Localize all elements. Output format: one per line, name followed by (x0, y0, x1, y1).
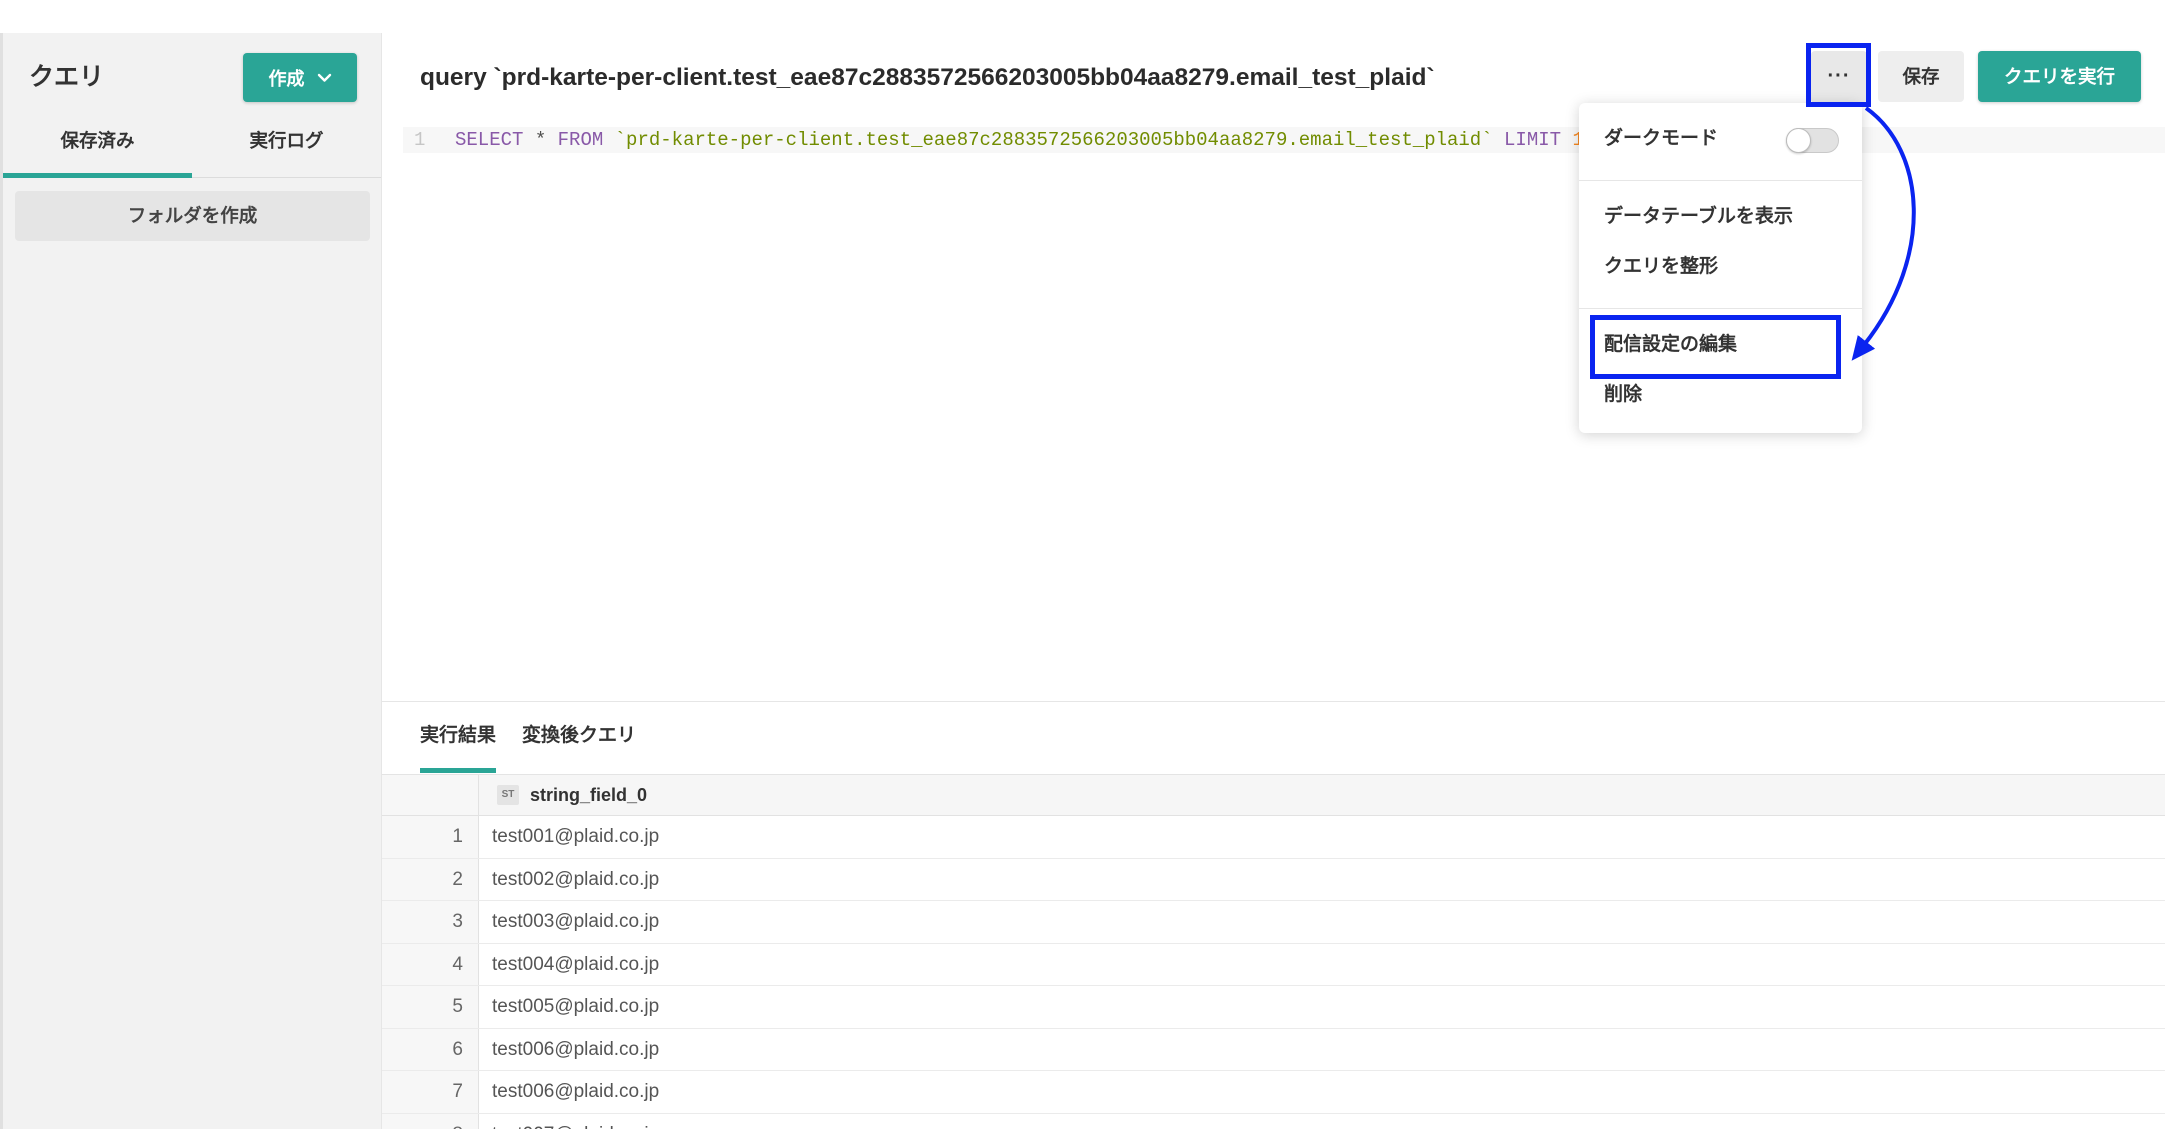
row-index: 2 (382, 858, 479, 900)
table-row[interactable]: 8 test007@plaid.co.jp (382, 1113, 2165, 1130)
cell-string-field-0: test007@plaid.co.jp (479, 1114, 2165, 1130)
dark-mode-label: ダークモード (1604, 128, 1719, 149)
tab-converted-query[interactable]: 変換後クエリ (522, 721, 636, 751)
save-button[interactable]: 保存 (1878, 51, 1964, 102)
menu-divider (1579, 180, 1862, 181)
tab-saved[interactable]: 保存済み (3, 116, 192, 178)
column-header-string-field-0[interactable]: ST string_field_0 (479, 775, 2165, 815)
cell-string-field-0: test001@plaid.co.jp (492, 826, 660, 847)
menu-divider (1579, 308, 1862, 309)
code-keyword: FROM (557, 129, 604, 151)
row-index: 6 (382, 1028, 479, 1070)
sidebar-tabs: 保存済み 実行ログ (3, 116, 381, 178)
cell-string-field-0: test006@plaid.co.jp (492, 1038, 660, 1060)
dark-mode-toggle[interactable] (1786, 128, 1839, 153)
table-row[interactable]: 2 test002@plaid.co.jp (382, 858, 2165, 901)
cell-string-field-0: test006@plaid.co.jp (492, 1081, 660, 1102)
create-button[interactable]: 作成 (243, 53, 357, 102)
code-keyword: LIMIT (1504, 129, 1562, 151)
results-table: ST string_field_0 1 test001@plaid.co.jp … (382, 774, 2165, 1129)
table-row[interactable]: 7 test006@plaid.co.jp (382, 1071, 2165, 1114)
create-folder-button[interactable]: フォルダを作成 (15, 191, 370, 241)
run-query-button[interactable]: クエリを実行 (1978, 51, 2141, 102)
string-type-badge: ST (497, 785, 519, 805)
code-line[interactable]: SELECT * FROM `prd-karte-per-client.test… (455, 127, 1584, 153)
row-index: 4 (382, 943, 479, 985)
cell-string-field-0: test004@plaid.co.jp (492, 953, 660, 975)
query-sidebar: クエリ 作成 保存済み 実行ログ フォルダを作成 (3, 33, 382, 1129)
more-options-menu: ダークモード データテーブルを表示 クエリを整形 配信設定の編集 削除 (1579, 103, 1862, 433)
toggle-knob (1786, 128, 1811, 153)
results-panel-divider (382, 701, 2165, 702)
table-row[interactable]: 5 test005@plaid.co.jp (382, 986, 2165, 1029)
query-title: query `prd-karte-per-client.test_eae87c2… (420, 64, 1435, 91)
annotation-highlight-more-button (1806, 43, 1871, 107)
cell-string-field-0: test005@plaid.co.jp (492, 996, 660, 1017)
menu-item-show-data-table[interactable]: データテーブルを表示 (1579, 197, 1862, 237)
code-operator: * (534, 129, 547, 151)
tab-run-log[interactable]: 実行ログ (192, 116, 381, 177)
line-number: 1 (414, 129, 426, 151)
code-keyword: SELECT (455, 129, 524, 151)
menu-item-format-query[interactable]: クエリを整形 (1579, 247, 1862, 287)
annotation-highlight-edit-delivery-settings (1590, 315, 1841, 379)
row-index: 7 (382, 1071, 479, 1113)
tab-results[interactable]: 実行結果 (420, 721, 497, 773)
create-button-label: 作成 (268, 68, 305, 89)
row-index: 5 (382, 986, 479, 1028)
table-row[interactable]: 1 test001@plaid.co.jp (382, 816, 2165, 859)
row-index: 8 (382, 1113, 479, 1129)
row-index: 3 (382, 901, 479, 943)
menu-item-delete[interactable]: 削除 (1579, 375, 1862, 415)
table-header: ST string_field_0 (382, 774, 2165, 816)
code-table-identifier: `prd-karte-per-client.test_eae87c2883572… (614, 129, 1493, 151)
query-editor-app: クエリ 作成 保存済み 実行ログ フォルダを作成 query `prd-kart… (0, 33, 2165, 1129)
row-index-header (382, 775, 479, 815)
chevron-down-icon (317, 73, 331, 82)
row-index: 1 (382, 816, 479, 858)
sidebar-title: クエリ (29, 63, 105, 91)
table-row[interactable]: 4 test004@plaid.co.jp (382, 943, 2165, 986)
cell-string-field-0: test002@plaid.co.jp (492, 868, 660, 890)
table-row[interactable]: 6 test006@plaid.co.jp (382, 1028, 2165, 1071)
table-row[interactable]: 3 test003@plaid.co.jp (382, 901, 2165, 944)
column-name: string_field_0 (530, 784, 648, 805)
cell-string-field-0: test003@plaid.co.jp (492, 911, 660, 932)
